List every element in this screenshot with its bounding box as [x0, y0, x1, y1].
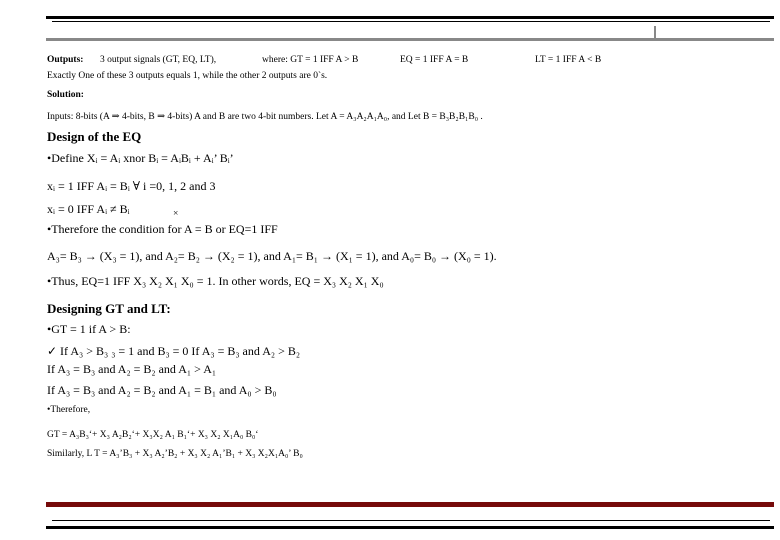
define-xi: •Define Xᵢ = Aᵢ xnor Bᵢ = AᵢBᵢ + Aᵢ’ Bᵢ’	[47, 151, 234, 165]
top-thin-rule	[52, 21, 770, 22]
eq-definition: EQ = 1 IFF A = B	[400, 55, 469, 65]
gt-case-2: If A₃ = B₃ and A₂ = B₂ and A₁ > A₁	[47, 362, 217, 376]
top-gray-rule	[46, 38, 774, 41]
cross-mark: ×	[173, 209, 179, 219]
gt-equation: GT = A₃B₃‘+ X₃ A₂B₂‘+ X₃X₂ A₁ B₁‘+ X₃ X₂…	[47, 430, 259, 440]
outputs-desc: 3 output signals (GT, EQ, LT),	[100, 55, 217, 65]
therefore-label: •Therefore,	[47, 405, 91, 415]
top-gray-tick	[654, 26, 656, 39]
gt-definition: where: GT = 1 IFF A > B	[262, 55, 359, 65]
lt-definition: LT = 1 IFF A < B	[535, 55, 602, 65]
gt-if: •GT = 1 if A > B:	[47, 322, 131, 336]
gt-lt-section-title: Designing GT and LT:	[47, 301, 171, 316]
top-thick-rule	[46, 16, 774, 19]
outputs-label: Outputs:	[47, 55, 84, 65]
lt-equation: Similarly, L T = A₃’B₃ + X₃ A₂’B₂ + X₃ X…	[47, 449, 303, 459]
inputs-text: Inputs: 8-bits (A ⇒ 4-bits, B ⇒ 4-bits) …	[47, 112, 483, 122]
xi-equals-zero: xᵢ = 0 IFF Aᵢ ≠ Bᵢ	[47, 202, 130, 216]
bottom-maroon-rule	[46, 502, 774, 507]
eq-section-title: Design of the EQ	[47, 129, 142, 144]
exactly-one-text: Exactly One of these 3 outputs equals 1,…	[47, 71, 328, 81]
bit-conditions: A₃= B₃ → (X₃ = 1), and A₂= B₂ → (X₂ = 1)…	[47, 249, 497, 263]
solution-label: Solution:	[47, 90, 84, 100]
thus-eq: •Thus, EQ=1 IFF X₃ X₂ X₁ X₀ = 1. In othe…	[47, 274, 384, 288]
xi-equals-one: xᵢ = 1 IFF Aᵢ = Bᵢ ∀ i =0, 1, 2 and 3	[47, 179, 216, 193]
bottom-thin-rule	[52, 520, 770, 521]
gt-case-3: If A₃ = B₃ and A₂ = B₂ and A₁ = B₁ and A…	[47, 383, 277, 397]
bottom-thick-rule	[46, 526, 774, 529]
gt-case-1: ✓ If A₃ > B₃ ₃ = 1 and B₃ = 0 If A₃ = B₃…	[47, 344, 301, 358]
therefore-condition: •Therefore the condition for A = B or EQ…	[47, 222, 278, 236]
